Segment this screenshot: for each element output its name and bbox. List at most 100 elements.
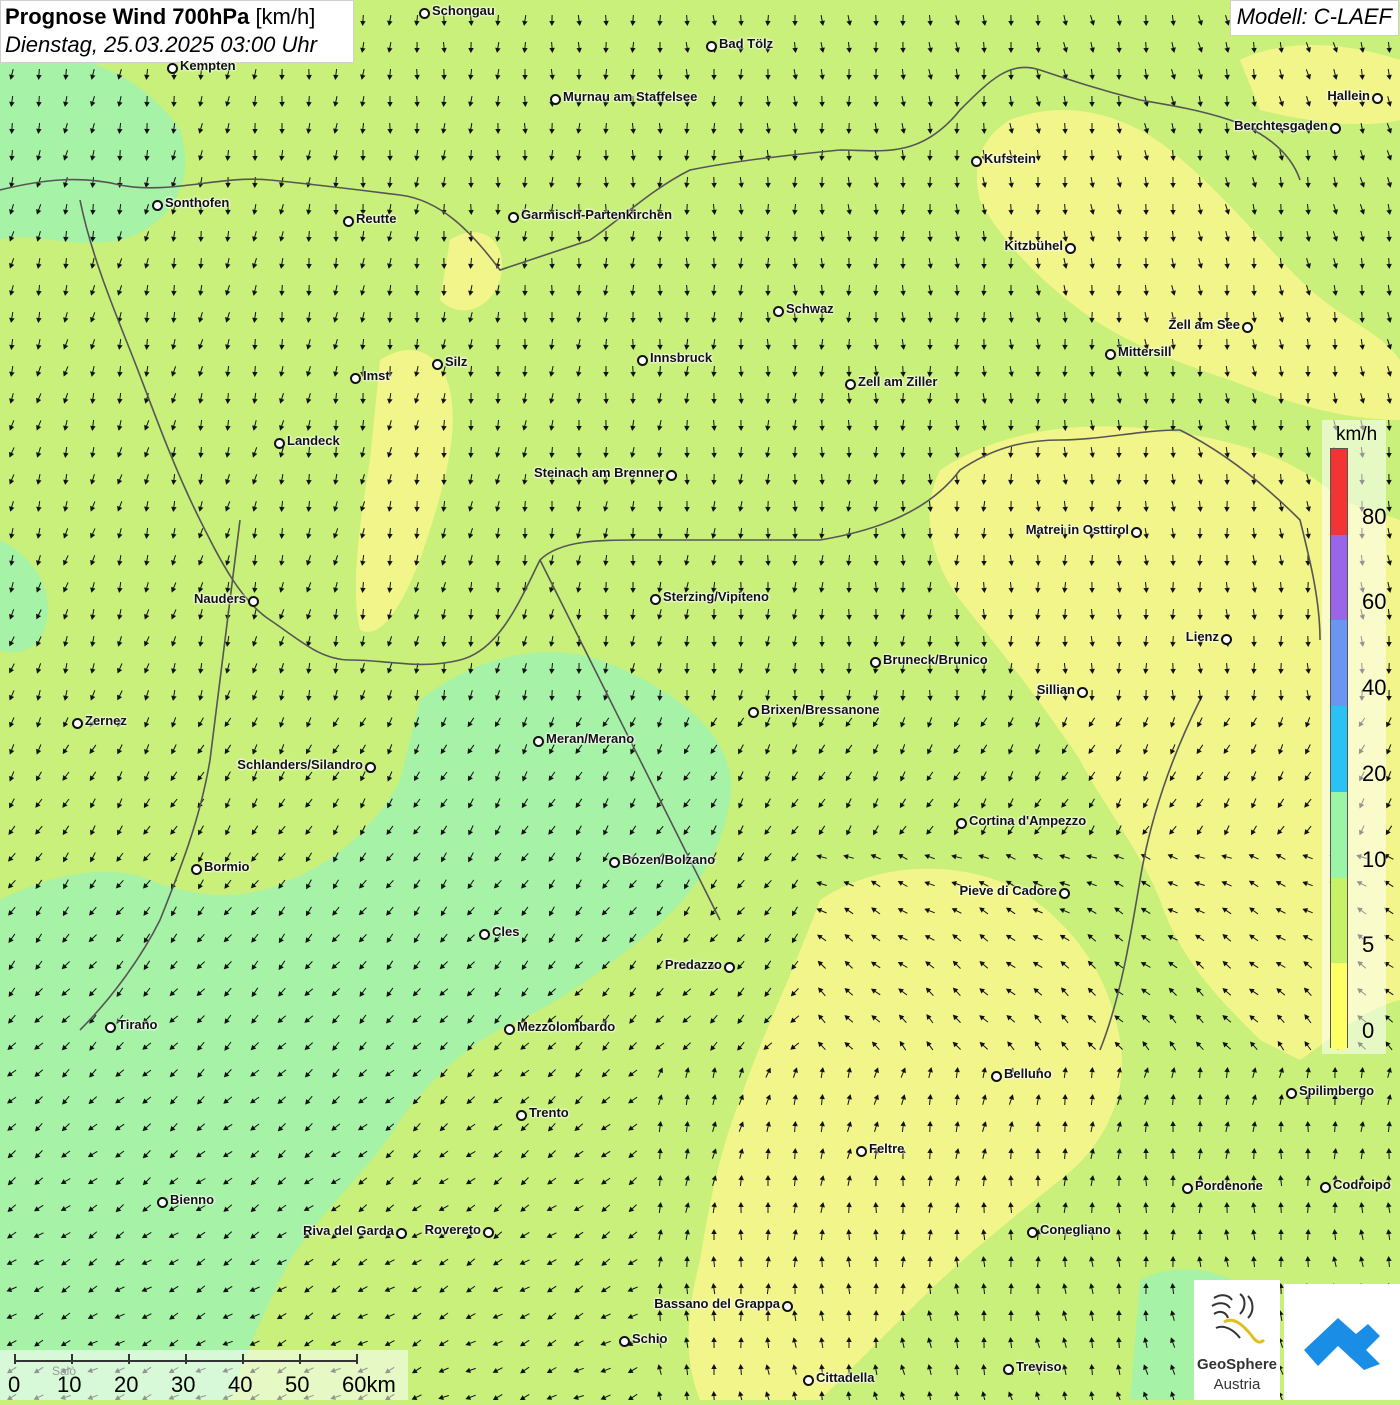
city-label: Schlanders/Silandro — [237, 757, 363, 772]
city-label: Conegliano — [1040, 1222, 1111, 1237]
scale-tick — [71, 1354, 73, 1364]
city-marker[interactable] — [870, 657, 881, 668]
city-marker[interactable] — [1221, 634, 1232, 645]
city-marker[interactable] — [72, 718, 83, 729]
city-marker[interactable] — [1065, 243, 1076, 254]
forecast-datetime: Dienstag, 25.03.2025 03:00 Uhr — [5, 32, 317, 57]
legend-label: 60 — [1362, 589, 1387, 615]
city-marker[interactable] — [550, 94, 561, 105]
city-marker[interactable] — [971, 156, 982, 167]
city-marker[interactable] — [845, 379, 856, 390]
city-marker[interactable] — [803, 1375, 814, 1386]
city-marker[interactable] — [1286, 1088, 1297, 1099]
city-marker[interactable] — [365, 762, 376, 773]
city-marker[interactable] — [1131, 527, 1142, 538]
scale-tick — [242, 1354, 244, 1364]
scale-bar: 0 10 20 30 40 50 60km Salò — [0, 1350, 408, 1400]
city-marker[interactable] — [1077, 687, 1088, 698]
city-label: Cortina d'Ampezzo — [969, 813, 1087, 828]
city-marker[interactable] — [419, 8, 430, 19]
city-marker[interactable] — [343, 216, 354, 227]
city-label: Feltre — [869, 1141, 905, 1156]
city-label: Spilimbergo — [1299, 1083, 1375, 1098]
legend-unit: km/h — [1336, 424, 1378, 445]
city-label: Bormio — [204, 859, 250, 874]
scale-tick — [128, 1354, 130, 1364]
city-marker[interactable] — [516, 1110, 527, 1121]
city-marker[interactable] — [167, 63, 178, 74]
city-marker[interactable] — [533, 736, 544, 747]
city-marker[interactable] — [650, 594, 661, 605]
geosphere-logo[interactable]: GeoSphere Austria — [1194, 1280, 1280, 1400]
city-marker[interactable] — [619, 1336, 630, 1347]
city-marker[interactable] — [479, 929, 490, 940]
city-marker[interactable] — [157, 1197, 168, 1208]
city-marker[interactable] — [637, 355, 648, 366]
city-marker[interactable] — [1027, 1227, 1038, 1238]
city-label: Mezzolombardo — [517, 1019, 616, 1034]
city-label: Meran/Merano — [546, 731, 635, 746]
scale-label: 20 — [114, 1372, 139, 1397]
city-label: Tirano — [118, 1017, 158, 1032]
city-marker[interactable] — [1059, 888, 1070, 899]
city-marker[interactable] — [105, 1022, 116, 1033]
city-marker[interactable] — [706, 41, 717, 52]
city-label: Trento — [529, 1105, 569, 1120]
city-marker[interactable] — [504, 1024, 515, 1035]
city-marker[interactable] — [248, 596, 259, 607]
city-label: Silz — [445, 354, 468, 369]
city-marker[interactable] — [191, 864, 202, 875]
legend-label: 0 — [1362, 1018, 1375, 1043]
scale-label: 0 — [8, 1372, 21, 1397]
city-marker[interactable] — [274, 438, 285, 449]
city-marker[interactable] — [1330, 123, 1341, 134]
brand-logo[interactable] — [1284, 1284, 1400, 1400]
city-marker[interactable] — [724, 962, 735, 973]
city-label: Bozen/Bolzano — [622, 852, 716, 867]
city-marker[interactable] — [773, 306, 784, 317]
legend-swatch — [1331, 877, 1347, 964]
city-marker[interactable] — [350, 373, 361, 384]
city-marker[interactable] — [782, 1301, 793, 1312]
city-marker[interactable] — [1003, 1364, 1014, 1375]
legend-swatch — [1331, 449, 1347, 535]
city-label: Landeck — [287, 433, 340, 448]
city-marker[interactable] — [991, 1071, 1002, 1082]
map-title: Prognose Wind 700hPa [km/h] — [5, 3, 349, 31]
city-label: Lienz — [1185, 629, 1219, 644]
city-label: Riva del Garda — [302, 1223, 394, 1238]
city-marker[interactable] — [666, 470, 677, 481]
city-label: Bad Tölz — [719, 36, 774, 51]
city-marker[interactable] — [1242, 322, 1253, 333]
city-label: Sillian — [1036, 682, 1075, 697]
legend-label: 10 — [1362, 846, 1387, 872]
legend-label: 20 — [1362, 760, 1387, 786]
city-label: Treviso — [1016, 1359, 1062, 1374]
city-marker[interactable] — [856, 1146, 867, 1157]
city-marker[interactable] — [432, 359, 443, 370]
city-marker[interactable] — [609, 857, 620, 868]
city-marker[interactable] — [1105, 349, 1116, 360]
geosphere-emblem-icon — [1211, 1293, 1266, 1344]
city-marker[interactable] — [396, 1228, 407, 1239]
city-label: Steinach am Brenner — [533, 465, 664, 480]
city-marker[interactable] — [1182, 1183, 1193, 1194]
legend-swatch — [1331, 963, 1347, 1049]
scale-label: 30 — [171, 1372, 196, 1397]
city-label: Schwaz — [786, 301, 834, 316]
map-title-unit: [km/h] — [255, 4, 316, 29]
mountain-arrow-icon — [1304, 1318, 1380, 1370]
city-marker[interactable] — [956, 818, 967, 829]
scale-tick — [356, 1354, 358, 1364]
city-label: Pieve di Cadore — [959, 883, 1057, 898]
city-marker[interactable] — [483, 1227, 494, 1238]
scale-label: 60km — [342, 1372, 396, 1397]
city-label: Bruneck/Brunico — [883, 652, 988, 667]
city-marker[interactable] — [1320, 1182, 1331, 1193]
city-marker[interactable] — [508, 212, 519, 223]
city-marker[interactable] — [1372, 93, 1383, 104]
city-label: Imst — [363, 368, 390, 383]
city-marker[interactable] — [152, 200, 163, 211]
city-marker[interactable] — [748, 707, 759, 718]
map-title-bold: Prognose Wind 700hPa — [5, 4, 250, 29]
